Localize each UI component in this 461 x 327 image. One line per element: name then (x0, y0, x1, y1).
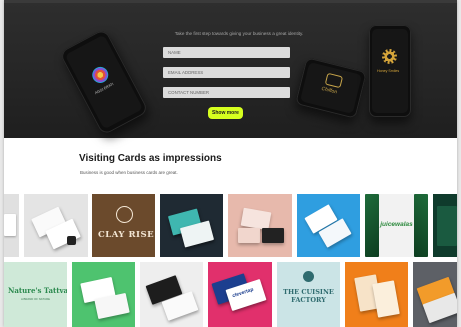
hero-top-bar (4, 0, 457, 3)
show-more-button[interactable]: Show more (208, 107, 243, 119)
gallery-tile-dark-green[interactable] (433, 194, 457, 257)
gallery-tile-dark-cards[interactable] (140, 262, 203, 327)
script-logo-icon (324, 72, 344, 89)
landing-page: AGGI ERATI Chiffon Honey Smiles Take the… (4, 0, 457, 327)
juicewalas-logo-text: juicewalas (380, 221, 413, 228)
phone-right-logo-text: Honey Smiles (377, 69, 400, 73)
name-input[interactable] (163, 47, 290, 58)
gallery-tile-cuisine-factory[interactable]: THE CUISINE FACTORY (277, 262, 340, 327)
gallery-tile-green-white-cards[interactable] (72, 262, 135, 327)
phone-mockup-left: AGGI ERATI (58, 28, 150, 136)
email-input[interactable] (163, 67, 290, 78)
gallery-tile-white-cards[interactable] (24, 194, 88, 257)
gallery-tile-blue-cards[interactable] (297, 194, 360, 257)
gallery-tile-clay-rise[interactable]: CLAY RISE (92, 194, 155, 257)
phone-mockup-right: Honey Smiles (369, 25, 411, 117)
contact-number-input[interactable] (163, 87, 290, 98)
section-subtitle: Business is good when business cards are… (80, 170, 178, 175)
gallery-tile-teal-cards[interactable] (160, 194, 223, 257)
gallery-tile-natures-tattva[interactable]: Nature's Tattva A BRAND OF NATURE (4, 262, 67, 327)
phone-mockup-middle: Chiffon (295, 57, 367, 119)
gallery-tile-grey-orange-cards[interactable] (413, 262, 457, 327)
hero-tagline: Take the first step towards giving your … (174, 31, 304, 36)
clay-rise-logo-text: CLAY RISE (98, 230, 155, 240)
gold-flower-logo-icon (382, 49, 397, 64)
phone-middle-logo-text: Chiffon (320, 85, 338, 96)
hero-section: AGGI ERATI Chiffon Honey Smiles Take the… (4, 0, 457, 138)
phone-left-logo-text: AGGI ERATI (94, 82, 115, 96)
leaf-icon (365, 194, 379, 257)
gallery-tile-orange-cards[interactable] (345, 262, 408, 327)
gallery-tile-clevertap[interactable]: clevertap (208, 262, 272, 327)
cuisine-factory-logo-text: THE CUISINE FACTORY (283, 288, 334, 304)
flower-logo-icon (89, 64, 112, 86)
gallery-tile-juicewalas[interactable]: juicewalas (365, 194, 428, 257)
natures-tattva-logo-text: Nature's Tattva (8, 286, 67, 295)
section-title: Visiting Cards as impressions (79, 153, 222, 164)
gallery-tile-partial[interactable] (4, 194, 19, 257)
chef-icon (303, 271, 314, 282)
gallery-tile-pink-cards[interactable] (228, 194, 292, 257)
clay-pot-icon (116, 206, 133, 223)
natures-tattva-tagline: A BRAND OF NATURE (20, 297, 50, 301)
